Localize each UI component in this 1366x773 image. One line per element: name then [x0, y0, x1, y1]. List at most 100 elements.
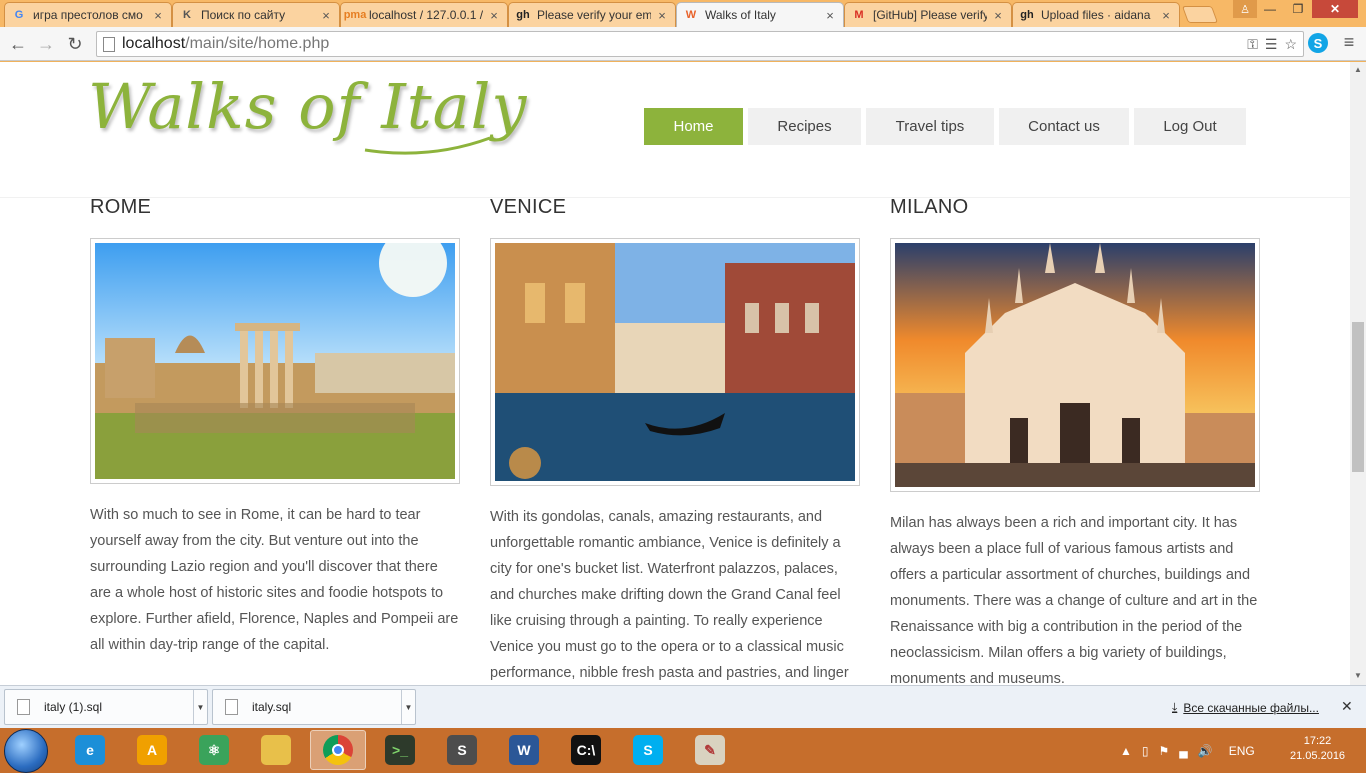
nav-item-contact-us[interactable]: Contact us — [999, 108, 1129, 145]
browser-tab[interactable]: K Поиск по сайту × — [172, 2, 340, 27]
taskbar-app-atom[interactable]: ⚛ — [186, 730, 242, 770]
windows-taskbar: e A ⚛ >_ S W C:\ S ✎ ▲ ▯ ⚑ ▄ 🔊 ENG 17:22 21.05.2… — [0, 728, 1366, 773]
milan-duomo-photo — [890, 238, 1260, 492]
taskbar-app-internet-explorer[interactable]: e — [62, 730, 118, 770]
tab-title: [GitHub] Please verify — [873, 8, 987, 22]
user-profile-icon[interactable]: ♙ — [1233, 0, 1257, 18]
new-tab-button[interactable] — [1181, 6, 1219, 23]
browser-tab[interactable]: W Walks of Italy × — [676, 2, 844, 27]
download-item[interactable]: italy.sql ▼ — [212, 689, 416, 725]
page-scrollbar[interactable]: ▲ ▼ — [1350, 62, 1366, 685]
taskbar-app-chrome[interactable] — [310, 730, 366, 770]
browser-tab-strip: Gигра престолов смо × K Поиск по сайту × pma l… — [0, 0, 1366, 27]
browser-tab[interactable]: gh Please verify your em × — [508, 2, 676, 27]
scroll-thumb[interactable] — [1352, 322, 1364, 472]
favicon-icon: W — [685, 9, 697, 21]
close-tab-icon[interactable]: × — [319, 8, 333, 23]
chevron-down-icon[interactable]: ▼ — [401, 690, 415, 724]
file-explorer-icon — [261, 735, 291, 765]
close-tab-icon[interactable]: × — [655, 8, 669, 23]
chrome-menu-icon[interactable]: ≡ — [1338, 32, 1360, 54]
tab-title: Поиск по сайту — [201, 8, 286, 22]
restore-icon[interactable]: ❐ — [1284, 0, 1312, 18]
close-tab-icon[interactable]: × — [991, 8, 1005, 23]
minimize-icon[interactable]: — — [1256, 0, 1284, 18]
show-hidden-icons-icon[interactable]: ▲ — [1120, 744, 1132, 758]
volume-icon[interactable]: 🔊 — [1198, 744, 1213, 758]
translate-icon[interactable]: ☰ — [1265, 36, 1278, 53]
close-tab-icon[interactable]: × — [151, 8, 165, 23]
bookmark-star-icon[interactable]: ☆ — [1284, 36, 1297, 53]
taskbar-app-paint[interactable]: ✎ — [682, 730, 738, 770]
all-downloads-link[interactable]: ⤓ Все скачанные файлы... — [1172, 700, 1319, 715]
clock[interactable]: 17:22 21.05.2016 — [1290, 734, 1345, 764]
close-window-icon[interactable]: ✕ — [1312, 0, 1358, 18]
url-host: localhost — [122, 35, 186, 52]
venice-canal-photo — [490, 238, 860, 486]
start-button[interactable] — [4, 729, 48, 773]
terminal-app-icon: >_ — [385, 735, 415, 765]
signal-icon[interactable]: ▄ — [1179, 744, 1188, 758]
tab-title: Upload files · aidana — [1041, 8, 1151, 22]
browser-toolbar: ← → ↻ localhost/main/site/home.php ⚿ ☰ ☆… — [0, 27, 1366, 61]
taskbar-app-file-explorer[interactable] — [248, 730, 304, 770]
taskbar-app-terminal-app[interactable]: >_ — [372, 730, 428, 770]
tab-title: игра престолов смо — [33, 8, 143, 22]
chrome-icon — [323, 735, 353, 765]
taskbar-app-cmd[interactable]: C:\ — [558, 730, 614, 770]
browser-tab[interactable]: gh Upload files · aidana × — [1012, 2, 1180, 27]
nav-item-travel-tips[interactable]: Travel tips — [866, 108, 994, 145]
browser-tab[interactable]: M [GitHub] Please verify × — [844, 2, 1012, 27]
reload-icon[interactable]: ↻ — [63, 32, 87, 56]
site-header: Walks of Italy Home Recipes Travel tips Con… — [0, 62, 1350, 198]
cmd-icon: C:\ — [571, 735, 601, 765]
nav-item-log-out[interactable]: Log Out — [1134, 108, 1246, 145]
sublime-text-icon: S — [447, 735, 477, 765]
download-shelf: italy (1).sql ▼ italy.sql ▼ ⤓ Все скачан… — [0, 685, 1366, 728]
url-path: /main/site/home.php — [185, 35, 330, 52]
address-bar[interactable]: localhost/main/site/home.php ⚿ ☰ ☆ — [96, 31, 1304, 57]
close-icon[interactable]: ✕ — [1341, 698, 1353, 715]
tab-title: Please verify your em — [537, 8, 651, 22]
page-viewport: Walks of Italy Home Recipes Travel tips Con… — [0, 62, 1350, 685]
file-icon — [225, 699, 238, 715]
forward-arrow-icon[interactable]: → — [34, 32, 58, 56]
city-heading: VENICE — [490, 196, 567, 218]
battery-icon[interactable]: ▯ — [1142, 744, 1149, 758]
favicon-icon: gh — [1020, 9, 1034, 21]
close-tab-icon[interactable]: × — [823, 8, 837, 23]
taskbar-app-word[interactable]: W — [496, 730, 552, 770]
paint-icon: ✎ — [695, 735, 725, 765]
close-tab-icon[interactable]: × — [1159, 8, 1173, 23]
flag-icon[interactable]: ⚑ — [1159, 744, 1170, 758]
scroll-down-icon[interactable]: ▼ — [1354, 671, 1362, 680]
taskbar-app-skype[interactable]: S — [620, 730, 676, 770]
nav-item-recipes[interactable]: Recipes — [748, 108, 861, 145]
download-icon: ⤓ — [1172, 700, 1178, 714]
atom-icon: ⚛ — [199, 735, 229, 765]
download-item[interactable]: italy (1).sql ▼ — [4, 689, 208, 725]
rome-forum-photo — [90, 238, 460, 484]
language-indicator[interactable]: ENG — [1229, 744, 1255, 758]
nav-item-home[interactable]: Home — [644, 108, 743, 145]
skype-extension-icon[interactable]: S — [1308, 33, 1328, 53]
file-icon — [17, 699, 30, 715]
city-description: With so much to see in Rome, it can be h… — [90, 507, 459, 653]
back-arrow-icon[interactable]: ← — [6, 32, 30, 56]
taskbar-app-sublime-text[interactable]: S — [434, 730, 490, 770]
key-icon[interactable]: ⚿ — [1247, 36, 1258, 53]
scroll-up-icon[interactable]: ▲ — [1354, 65, 1362, 74]
internet-explorer-icon: e — [75, 735, 105, 765]
browser-tab[interactable]: pma localhost / 127.0.0.1 / × — [340, 2, 508, 27]
taskbar-app-aimp[interactable]: A — [124, 730, 180, 770]
favicon-icon: M — [854, 9, 864, 21]
browser-tab[interactable]: Gигра престолов смо × — [4, 2, 172, 27]
close-tab-icon[interactable]: × — [487, 8, 501, 23]
city-heading: MILANO — [890, 196, 969, 218]
chevron-down-icon[interactable]: ▼ — [193, 690, 207, 724]
city-column-milano: MILANO Milan has always been a rich and … — [890, 196, 1260, 685]
all-downloads-label: Все скачанные файлы... — [1183, 700, 1319, 715]
download-filename: italy (1).sql — [44, 700, 103, 714]
city-heading: ROME — [90, 196, 152, 218]
main-nav: Home Recipes Travel tips Contact us Log Out — [644, 108, 1246, 145]
